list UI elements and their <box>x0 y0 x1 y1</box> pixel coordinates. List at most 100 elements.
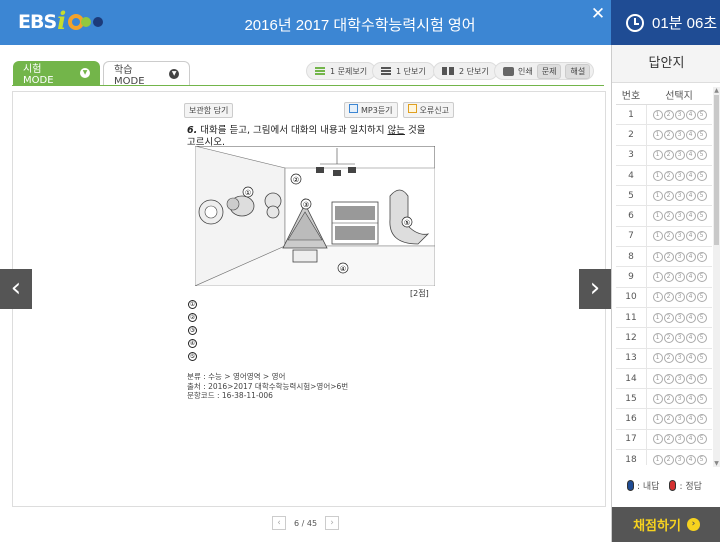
answer-option-bubble[interactable]: 3 <box>674 373 685 384</box>
answer-option-bubble[interactable]: 4 <box>685 190 696 201</box>
answer-option-bubble[interactable]: 3 <box>674 332 685 343</box>
answer-option-bubble[interactable]: 5 <box>696 109 707 120</box>
tab-exam-mode[interactable]: 시험 MODE ▼ <box>13 61 100 86</box>
choice-item-5[interactable]: ⑤ <box>188 349 197 362</box>
answer-option-bubble[interactable]: 3 <box>674 414 685 425</box>
answer-option-bubble[interactable]: 4 <box>685 332 696 343</box>
answer-option-bubble[interactable]: 5 <box>696 393 707 404</box>
answer-option-bubble[interactable]: 3 <box>674 353 685 364</box>
answer-option-bubble[interactable]: 1 <box>652 454 663 465</box>
answer-option-bubble[interactable]: 4 <box>685 211 696 222</box>
answer-option-bubble[interactable]: 1 <box>652 251 663 262</box>
answer-option-bubble[interactable]: 1 <box>652 231 663 242</box>
answer-option-bubble[interactable]: 1 <box>652 170 663 181</box>
answer-option-bubble[interactable]: 2 <box>663 272 674 283</box>
answer-option-bubble[interactable]: 3 <box>674 211 685 222</box>
answer-option-bubble[interactable]: 2 <box>663 332 674 343</box>
choice-item-2[interactable]: ② <box>188 310 197 323</box>
pager-prev-button[interactable]: ‹ <box>272 516 286 530</box>
save-note-button[interactable]: 보관함 담기 <box>184 102 234 118</box>
answer-option-bubble[interactable]: 4 <box>685 231 696 242</box>
close-icon[interactable]: ✕ <box>590 6 606 23</box>
answer-option-bubble[interactable]: 3 <box>674 434 685 445</box>
answer-option-bubble[interactable]: 5 <box>696 434 707 445</box>
answer-scrollbar[interactable]: ▲ ▼ <box>713 87 720 467</box>
answer-option-bubble[interactable]: 2 <box>663 312 674 323</box>
answer-option-bubble[interactable]: 4 <box>685 292 696 303</box>
answer-option-bubble[interactable]: 2 <box>663 190 674 201</box>
answer-option-bubble[interactable]: 5 <box>696 332 707 343</box>
answer-option-bubble[interactable]: 4 <box>685 353 696 364</box>
answer-option-bubble[interactable]: 3 <box>674 393 685 404</box>
answer-option-bubble[interactable]: 4 <box>685 251 696 262</box>
answer-option-bubble[interactable]: 5 <box>696 190 707 201</box>
answer-option-bubble[interactable]: 1 <box>652 109 663 120</box>
answer-option-bubble[interactable]: 3 <box>674 251 685 262</box>
grade-button[interactable]: 채점하기 › <box>612 507 720 542</box>
answer-option-bubble[interactable]: 1 <box>652 332 663 343</box>
answer-option-bubble[interactable]: 1 <box>652 211 663 222</box>
answer-option-bubble[interactable]: 5 <box>696 373 707 384</box>
answer-option-bubble[interactable]: 2 <box>663 251 674 262</box>
answer-option-bubble[interactable]: 5 <box>696 150 707 161</box>
answer-option-bubble[interactable]: 1 <box>652 434 663 445</box>
answer-option-bubble[interactable]: 4 <box>685 150 696 161</box>
choice-item-1[interactable]: ① <box>188 297 197 310</box>
answer-option-bubble[interactable]: 2 <box>663 434 674 445</box>
answer-option-bubble[interactable]: 4 <box>685 393 696 404</box>
answer-option-bubble[interactable]: 1 <box>652 272 663 283</box>
answer-option-bubble[interactable]: 4 <box>685 312 696 323</box>
prev-question-button[interactable]: ‹ <box>0 269 32 309</box>
answer-option-bubble[interactable]: 1 <box>652 129 663 140</box>
answer-option-bubble[interactable]: 2 <box>663 414 674 425</box>
answer-option-bubble[interactable]: 1 <box>652 393 663 404</box>
choice-item-3[interactable]: ③ <box>188 323 197 336</box>
answer-option-bubble[interactable]: 2 <box>663 109 674 120</box>
view-one-column-button[interactable]: 1 단보기 <box>372 62 435 80</box>
answer-option-bubble[interactable]: 3 <box>674 312 685 323</box>
answer-option-bubble[interactable]: 4 <box>685 434 696 445</box>
mp3-button[interactable]: MP3듣기 <box>344 102 398 118</box>
answer-option-bubble[interactable]: 4 <box>685 373 696 384</box>
answer-option-bubble[interactable]: 3 <box>674 231 685 242</box>
answer-option-bubble[interactable]: 5 <box>696 312 707 323</box>
print-question-button[interactable]: 문제 <box>536 63 562 79</box>
scroll-down-icon[interactable]: ▼ <box>713 460 720 467</box>
answer-option-bubble[interactable]: 5 <box>696 414 707 425</box>
answer-option-bubble[interactable]: 5 <box>696 129 707 140</box>
answer-option-bubble[interactable]: 3 <box>674 150 685 161</box>
answer-option-bubble[interactable]: 1 <box>652 312 663 323</box>
answer-option-bubble[interactable]: 5 <box>696 272 707 283</box>
answer-option-bubble[interactable]: 2 <box>663 353 674 364</box>
answer-option-bubble[interactable]: 1 <box>652 414 663 425</box>
answer-option-bubble[interactable]: 5 <box>696 251 707 262</box>
choice-item-4[interactable]: ④ <box>188 336 197 349</box>
answer-option-bubble[interactable]: 2 <box>663 150 674 161</box>
answer-option-bubble[interactable]: 1 <box>652 373 663 384</box>
answer-option-bubble[interactable]: 2 <box>663 454 674 465</box>
answer-option-bubble[interactable]: 2 <box>663 211 674 222</box>
answer-option-bubble[interactable]: 2 <box>663 231 674 242</box>
answer-option-bubble[interactable]: 2 <box>663 292 674 303</box>
answer-option-bubble[interactable]: 3 <box>674 292 685 303</box>
print-answer-button[interactable]: 해설 <box>565 63 591 79</box>
scroll-thumb[interactable] <box>714 95 719 245</box>
answer-option-bubble[interactable]: 1 <box>652 292 663 303</box>
answer-option-bubble[interactable]: 2 <box>663 170 674 181</box>
tab-study-mode[interactable]: 학습 MODE ▼ <box>103 61 190 87</box>
answer-option-bubble[interactable]: 4 <box>685 109 696 120</box>
answer-option-bubble[interactable]: 2 <box>663 373 674 384</box>
answer-option-bubble[interactable]: 4 <box>685 170 696 181</box>
answer-option-bubble[interactable]: 3 <box>674 109 685 120</box>
answer-option-bubble[interactable]: 4 <box>685 272 696 283</box>
answer-option-bubble[interactable]: 2 <box>663 393 674 404</box>
answer-option-bubble[interactable]: 5 <box>696 454 707 465</box>
answer-option-bubble[interactable]: 2 <box>663 129 674 140</box>
answer-option-bubble[interactable]: 5 <box>696 292 707 303</box>
answer-option-bubble[interactable]: 3 <box>674 454 685 465</box>
answer-option-bubble[interactable]: 1 <box>652 150 663 161</box>
next-question-button[interactable]: › <box>579 269 611 309</box>
pager-next-button[interactable]: › <box>325 516 340 530</box>
view-one-question-button[interactable]: 1 문제보기 <box>306 62 377 80</box>
scroll-up-icon[interactable]: ▲ <box>713 87 720 94</box>
